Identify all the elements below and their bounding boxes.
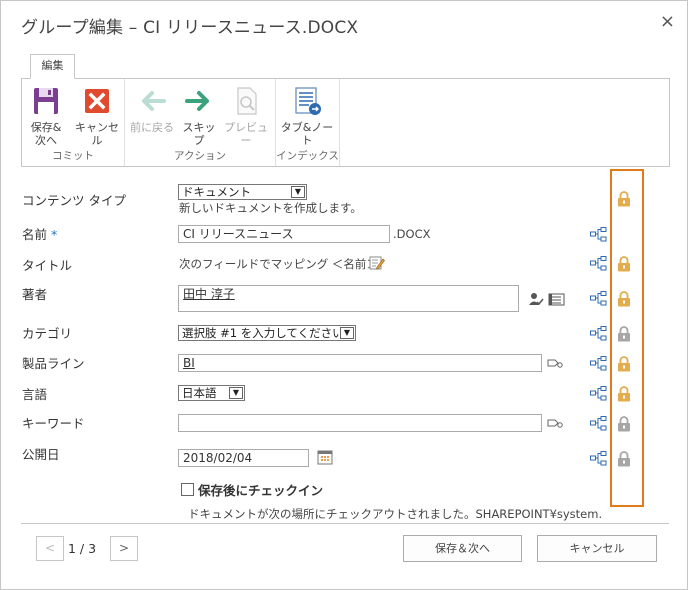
close-icon[interactable]: × [660, 11, 675, 32]
save-next-label: 保存& 次へ [30, 121, 62, 147]
checkin-checkbox[interactable] [181, 483, 194, 496]
keyword-input[interactable] [178, 414, 542, 432]
name-input[interactable]: CI リリースニュース [178, 225, 390, 243]
edit-mapping-icon[interactable] [369, 255, 385, 274]
name-label-text: 名前 [22, 227, 48, 242]
lock-icon[interactable] [617, 291, 631, 307]
preview-icon [230, 85, 262, 117]
ribbon: 保存& 次へ キャンセル コミット 前に戻る スキップ プレビュー アクション … [21, 78, 670, 167]
product-line-label: 製品ライン [22, 356, 85, 371]
lock-icon[interactable] [617, 326, 631, 342]
language-select[interactable]: 日本語 ▼ [178, 385, 245, 401]
keyword-label: キーワード [22, 416, 85, 431]
sync-field-icon[interactable] [590, 227, 607, 245]
previous-label: 前に戻る [130, 121, 174, 134]
cancel-icon [81, 85, 113, 117]
checkin-checkbox-row[interactable]: 保存後にチェックイン [181, 480, 323, 499]
content-type-label: コンテンツ タイプ [22, 193, 126, 208]
tabs-notes-label: タブ&ノート [280, 121, 334, 147]
lock-icon[interactable] [617, 356, 631, 372]
save-icon [30, 85, 62, 117]
preview-button[interactable]: プレビュー [221, 85, 271, 147]
ribbon-group-commit: 保存& 次へ キャンセル コミット [22, 79, 125, 166]
group-edit-dialog: グループ編集 – CI リリースニュース.DOCX × 編集 保存& 次へ キャ… [0, 0, 688, 590]
sync-field-icon[interactable] [590, 386, 607, 404]
address-book-icon[interactable] [548, 291, 566, 310]
category-select[interactable]: 選択肢 #1 を入力してください ▼ [178, 325, 356, 341]
tabs-notes-icon [291, 85, 323, 117]
save-next-footer-button[interactable]: 保存＆次へ [403, 535, 522, 562]
footer-divider [21, 523, 669, 524]
language-label: 言語 [22, 387, 48, 402]
sync-field-icon[interactable] [590, 256, 607, 274]
sync-field-icon[interactable] [590, 291, 607, 309]
sync-field-icon[interactable] [590, 416, 607, 434]
lock-icon[interactable] [617, 416, 631, 432]
checkout-status-text: ドキュメントが次の場所にチェックアウトされました。SHAREPOINT¥syst… [188, 507, 603, 521]
calendar-icon[interactable] [317, 449, 333, 468]
cancel-ribbon-button[interactable]: キャンセル [70, 85, 124, 147]
cancel-ribbon-label: キャンセル [75, 121, 119, 147]
pager-next-button[interactable]: > [110, 536, 138, 561]
taxonomy-tag-icon[interactable] [547, 417, 563, 432]
sync-field-icon[interactable] [590, 326, 607, 344]
author-input[interactable]: 田中 淳子 [178, 285, 519, 312]
pager-text: 1 / 3 [68, 541, 97, 556]
product-line-input[interactable]: BI [178, 354, 542, 372]
content-type-select[interactable]: ドキュメント ▼ [178, 184, 307, 200]
check-names-icon[interactable] [528, 291, 544, 310]
title-label: タイトル [22, 258, 73, 273]
ribbon-group-action: 前に戻る スキップ プレビュー アクション [125, 79, 276, 166]
category-value: 選択肢 #1 を入力してください [182, 326, 344, 340]
lock-icon[interactable] [617, 191, 631, 207]
pager-prev-button[interactable]: < [36, 536, 64, 561]
title-mapping-text: 次のフィールドでマッピング ＜名前＞ [179, 257, 378, 271]
arrow-right-icon [183, 85, 215, 117]
group-label-commit: コミット [52, 150, 94, 162]
publish-date-label: 公開日 [22, 447, 60, 462]
author-value: 田中 淳子 [183, 287, 235, 301]
group-label-index: インデックス [276, 150, 339, 162]
sync-field-icon[interactable] [590, 451, 607, 469]
author-label: 著者 [22, 287, 48, 302]
checkin-label: 保存後にチェックイン [198, 483, 324, 498]
lock-icon[interactable] [617, 256, 631, 272]
ribbon-group-index: タブ&ノート インデックス [276, 79, 340, 166]
group-label-action: アクション [174, 150, 226, 162]
lock-icon[interactable] [617, 451, 631, 467]
tabs-notes-button[interactable]: タブ&ノート [278, 85, 336, 147]
required-marker: * [51, 227, 58, 242]
language-value: 日本語 [182, 386, 217, 400]
content-type-hint: 新しいドキュメントを作成します。 [179, 201, 362, 215]
taxonomy-tag-icon[interactable] [547, 357, 563, 372]
lock-icon[interactable] [617, 386, 631, 402]
sync-field-icon[interactable] [590, 356, 607, 374]
cancel-footer-button[interactable]: キャンセル [537, 535, 657, 562]
publish-date-input[interactable]: 2018/02/04 [178, 449, 309, 467]
skip-label: スキップ [182, 121, 216, 147]
name-label: 名前 * [22, 224, 57, 243]
arrow-left-icon [136, 85, 168, 117]
product-line-value: BI [183, 356, 195, 370]
chevron-down-icon: ▼ [229, 387, 243, 399]
name-extension: .DOCX [393, 227, 431, 241]
tab-edit[interactable]: 編集 [30, 54, 75, 79]
content-type-value: ドキュメント [182, 185, 251, 199]
dialog-title: グループ編集 – CI リリースニュース.DOCX [21, 18, 359, 38]
preview-label: プレビュー [224, 121, 268, 147]
skip-button[interactable]: スキップ [179, 85, 219, 147]
save-next-button[interactable]: 保存& 次へ [28, 85, 64, 147]
previous-button[interactable]: 前に戻る [129, 85, 175, 134]
chevron-down-icon: ▼ [340, 327, 354, 339]
category-label: カテゴリ [22, 326, 73, 341]
chevron-down-icon: ▼ [291, 186, 305, 198]
